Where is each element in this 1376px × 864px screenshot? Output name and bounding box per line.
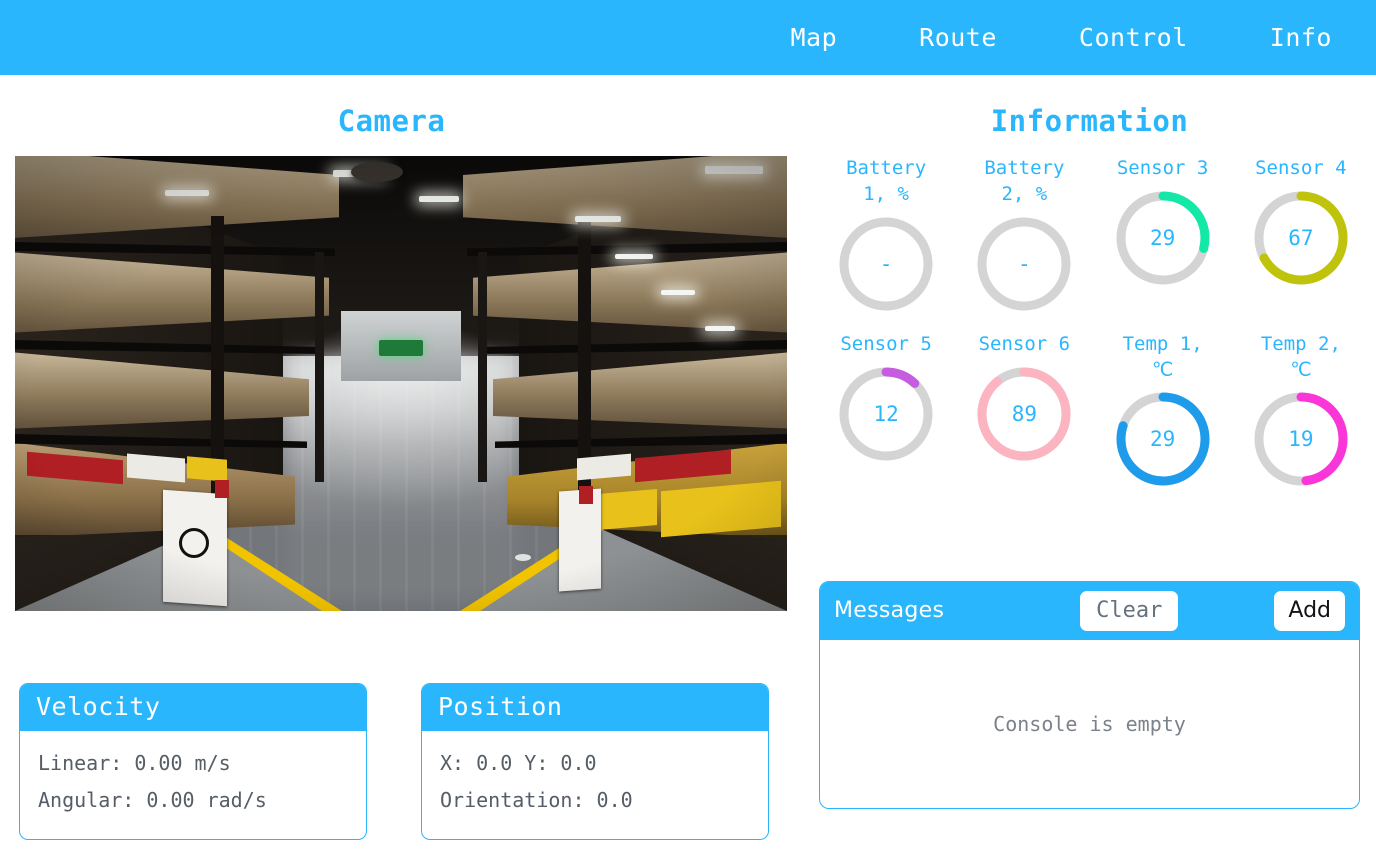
gauge-value-2: -	[1018, 252, 1031, 276]
gauge-5: Sensor 5 12	[817, 332, 955, 489]
velocity-angular-value: Angular: 0.00 rad/s	[38, 788, 267, 812]
velocity-card-title: Velocity	[20, 684, 366, 731]
gauge-ring-4: 67	[1251, 188, 1351, 288]
nav-item-map[interactable]: Map	[773, 17, 856, 58]
gauge-6: Sensor 6 89	[955, 332, 1093, 489]
gauge-ring-8: 19	[1251, 389, 1351, 489]
clear-messages-button[interactable]: Clear	[1080, 591, 1179, 631]
camera-feed-image	[15, 156, 787, 611]
velocity-linear-value: Linear: 0.00 m/s	[38, 751, 231, 775]
information-column: Information Battery 1, % - Battery 2, % - Se…	[803, 75, 1376, 840]
gauge-value-6: 89	[1011, 402, 1038, 426]
gauge-value-8: 19	[1288, 427, 1314, 452]
nav-item-control[interactable]: Control	[1061, 17, 1206, 58]
messages-console-body[interactable]: Console is empty	[820, 640, 1359, 808]
gauge-3: Sensor 3 29	[1094, 156, 1232, 314]
gauge-value-7: 29	[1149, 427, 1176, 452]
gauge-1: Battery 1, % -	[817, 156, 955, 314]
velocity-card: Velocity Linear: 0.00 m/s Angular: 0.00 …	[19, 683, 367, 840]
gauge-ring-2: -	[974, 214, 1074, 314]
position-card-body: X: 0.0 Y: 0.0 Orientation: 0.0	[422, 731, 768, 839]
gauge-8: Temp 2, ℃ 19	[1232, 332, 1370, 489]
gauge-label-1: Battery 1, %	[846, 157, 927, 205]
gauge-2: Battery 2, % -	[955, 156, 1093, 314]
messages-title: Messages	[834, 598, 945, 624]
gauge-label-3: Sensor 3	[1116, 157, 1209, 179]
gauge-label-5: Sensor 5	[840, 333, 932, 355]
position-orientation-value: Orientation: 0.0	[440, 788, 633, 812]
gauge-label-7: Temp 1, ℃	[1122, 333, 1203, 381]
nav-item-route[interactable]: Route	[901, 17, 1015, 58]
gauge-4: Sensor 4 67	[1232, 156, 1370, 314]
gauge-ring-7: 29	[1113, 389, 1213, 489]
velocity-card-body: Linear: 0.00 m/s Angular: 0.00 rad/s	[20, 731, 366, 839]
gauge-value-5: 12	[873, 402, 899, 426]
gauge-label-8: Temp 2, ℃	[1260, 333, 1341, 381]
warehouse-scene	[15, 156, 787, 611]
gauge-grid: Battery 1, % - Battery 2, % - Sensor 3 29 Sens…	[803, 156, 1376, 489]
gauge-value-1: -	[879, 252, 893, 276]
camera-section-title: Camera	[337, 104, 446, 138]
add-message-button[interactable]: Add	[1274, 591, 1345, 631]
gauge-7: Temp 1, ℃ 29	[1094, 332, 1232, 489]
gauge-ring-3: 29	[1113, 188, 1213, 288]
main-content: Camera Velocity Linear: 0.00 m/s Angular…	[0, 75, 1376, 840]
information-section-title: Information	[990, 104, 1189, 138]
position-card-title: Position	[422, 684, 768, 731]
camera-column: Camera Velocity Linear: 0.00 m/s Angular…	[0, 75, 803, 840]
messages-empty-text: Console is empty	[993, 711, 1186, 736]
gauge-ring-5: 12	[836, 364, 936, 464]
gauge-label-2: Battery 2, %	[984, 157, 1065, 205]
scene-vignette	[15, 156, 787, 611]
gauge-label-6: Sensor 6	[978, 333, 1071, 355]
gauge-row-spacer	[817, 314, 1370, 332]
gauge-value-3: 29	[1149, 226, 1176, 250]
nav-item-info[interactable]: Info	[1252, 17, 1350, 58]
gauge-ring-1: -	[836, 214, 936, 314]
position-coords-value: X: 0.0 Y: 0.0	[440, 751, 597, 775]
messages-header: Messages Clear Add	[820, 582, 1359, 640]
gauge-value-4: 67	[1288, 226, 1314, 250]
telemetry-cards: Velocity Linear: 0.00 m/s Angular: 0.00 …	[19, 683, 803, 840]
top-navigation-bar: Map Route Control Info	[0, 0, 1376, 75]
gauge-label-4: Sensor 4	[1255, 157, 1347, 179]
messages-panel: Messages Clear Add Console is empty	[819, 581, 1360, 809]
gauge-ring-6: 89	[974, 364, 1074, 464]
position-card: Position X: 0.0 Y: 0.0 Orientation: 0.0	[421, 683, 769, 840]
